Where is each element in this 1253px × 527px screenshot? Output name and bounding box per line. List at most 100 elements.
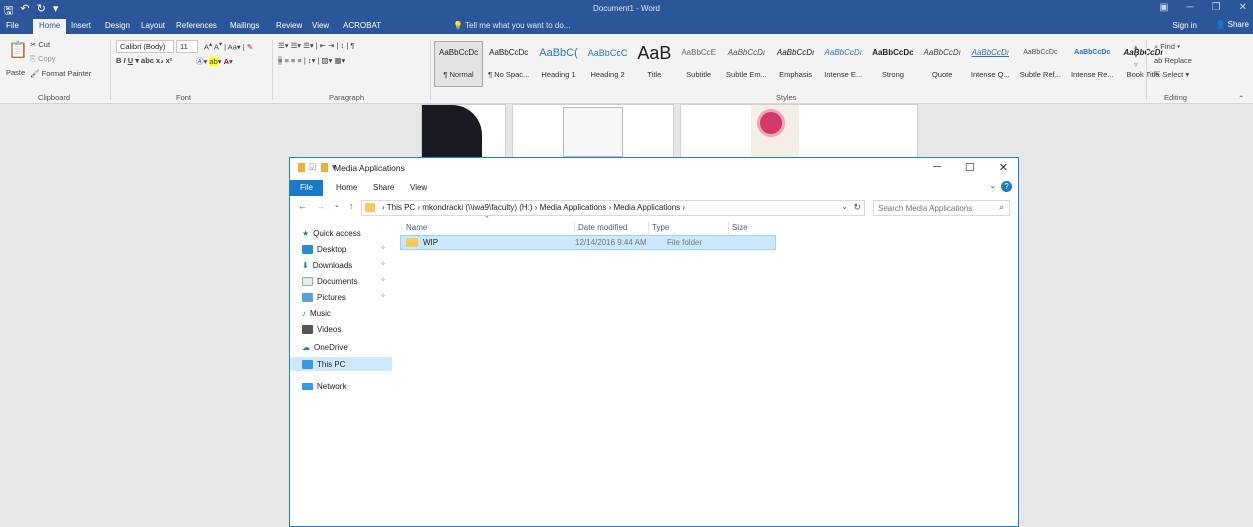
column-divider[interactable] bbox=[728, 221, 729, 234]
find-button[interactable]: ⌕ Find ▾ bbox=[1154, 42, 1180, 52]
tell-me-box[interactable]: 💡 Tell me what you want to do... bbox=[453, 21, 570, 30]
new-folder-icon[interactable]: ▇ bbox=[321, 162, 328, 173]
tab-acrobat[interactable]: ACROBAT bbox=[343, 21, 381, 30]
nav-item-music[interactable]: ♪ Music bbox=[302, 306, 331, 320]
collapse-ribbon-icon[interactable]: ⌃ bbox=[1238, 94, 1244, 103]
maximize-icon[interactable]: ☐ bbox=[965, 161, 975, 174]
column-header-name[interactable]: Name bbox=[406, 223, 427, 232]
tab-home[interactable]: Home bbox=[33, 19, 67, 34]
close-icon[interactable]: ✕ bbox=[1239, 2, 1247, 13]
format-painter-button[interactable]: 🖌 Format Painter bbox=[30, 69, 91, 78]
share-button[interactable]: 👤 Share bbox=[1215, 20, 1249, 29]
nav-item-pictures[interactable]: Pictures bbox=[302, 290, 346, 304]
font-group-label: Font bbox=[176, 93, 192, 102]
tab-references[interactable]: References bbox=[176, 21, 217, 30]
explorer-title-bar: ▇ ☑ ▇ ▾ Media Applications ─ ☐ ✕ bbox=[290, 158, 1018, 180]
properties-icon[interactable]: ☑ bbox=[309, 162, 317, 173]
restore-icon[interactable]: ❐ bbox=[1212, 2, 1221, 13]
tab-share[interactable]: Share bbox=[373, 183, 394, 192]
pin-icon[interactable]: ✧ bbox=[380, 292, 386, 300]
nav-label: Pictures bbox=[317, 292, 346, 302]
tab-design[interactable]: Design bbox=[105, 21, 130, 30]
nav-item-onedrive[interactable]: ☁ OneDrive bbox=[302, 340, 348, 354]
tab-file[interactable]: File bbox=[6, 21, 19, 30]
column-header-type[interactable]: Type bbox=[652, 223, 669, 232]
refresh-icon[interactable]: ↻ bbox=[853, 202, 861, 213]
tab-layout[interactable]: Layout bbox=[141, 21, 165, 30]
minimize-icon[interactable]: ─ bbox=[933, 161, 941, 174]
recent-icon[interactable]: ⌄ bbox=[334, 201, 340, 211]
file-list-pane: Name ⌃ Date modified Type Size WIP 12/14… bbox=[394, 216, 1018, 526]
column-header-size[interactable]: Size bbox=[732, 223, 748, 232]
select-button[interactable]: ⇱ Select ▾ bbox=[1154, 70, 1189, 79]
tab-view[interactable]: View bbox=[312, 21, 329, 30]
nav-item-downloads[interactable]: ⬇ Downloads bbox=[302, 258, 352, 272]
color-buttons[interactable]: Ⓐ▾ ab▾ A▾ bbox=[196, 56, 233, 67]
style-normal[interactable]: AaBbCcDc ¶ Normal bbox=[434, 41, 484, 87]
sign-in-link[interactable]: Sign in bbox=[1173, 21, 1197, 30]
list-buttons[interactable]: ☰▾ ☰▾ ☰▾ | ⇤ ⇥ | ↕ | ¶ bbox=[278, 41, 354, 50]
style-subtle-emphasis[interactable]: AaBbCcDı Subtle Em... bbox=[721, 41, 772, 87]
style-emphasis[interactable]: AaBbCcDı Emphasis bbox=[772, 41, 819, 87]
address-bar[interactable]: › This PC › mkondracki (\\iwa9\faculty) … bbox=[361, 200, 865, 216]
copy-button[interactable]: ⎘ Copy bbox=[30, 54, 56, 64]
format-buttons[interactable]: B I U ▾ abc x₂ x² bbox=[116, 56, 172, 65]
style-quote[interactable]: AaBbCcDı Quote bbox=[919, 41, 966, 87]
alignment-buttons[interactable]: ≡ ≡ ≡ ≡ | ↕▾ | ▨▾ ▦▾ bbox=[278, 56, 345, 65]
style-subtitle[interactable]: AaBbCcE Subtitle bbox=[676, 41, 721, 87]
cut-button[interactable]: ✂ Cut bbox=[30, 40, 50, 49]
table-row[interactable]: WIP 12/14/2016 9:44 AM File folder bbox=[400, 235, 776, 250]
style-intense-quote[interactable]: AaBbCcDı Intense Q... bbox=[966, 41, 1015, 87]
chevron-down-icon[interactable]: ⌄ bbox=[841, 202, 848, 211]
replace-icon: ab bbox=[1154, 56, 1163, 65]
style-subtle-reference[interactable]: AaBbCcDc Subtle Ref... bbox=[1015, 41, 1066, 87]
word-title-bar: 🖫 ↶ ↻ ▾ Document1 - Word ▣ ─ ❐ ✕ bbox=[0, 0, 1253, 18]
tab-file[interactable]: File bbox=[290, 180, 323, 196]
nav-item-network[interactable]: Network bbox=[302, 379, 346, 393]
nav-item-documents[interactable]: Documents bbox=[302, 274, 357, 288]
font-size-select[interactable]: 11 bbox=[176, 40, 198, 53]
document-title: Document1 - Word bbox=[593, 4, 660, 13]
tab-mailings[interactable]: Mailings bbox=[230, 21, 259, 30]
nav-item-desktop[interactable]: Desktop bbox=[302, 242, 346, 256]
style-intense-reference[interactable]: AaBbCcDc Intense Re... bbox=[1066, 41, 1119, 87]
pin-icon[interactable]: ✧ bbox=[380, 244, 386, 252]
tab-review[interactable]: Review bbox=[276, 21, 302, 30]
paste-icon[interactable]: 📋 bbox=[8, 40, 28, 60]
column-header-date[interactable]: Date modified bbox=[578, 223, 627, 232]
up-icon[interactable]: ↑ bbox=[349, 201, 354, 211]
back-icon[interactable]: ← bbox=[298, 201, 307, 211]
column-divider[interactable] bbox=[648, 221, 649, 234]
close-icon[interactable]: ✕ bbox=[999, 161, 1008, 174]
ribbon-display-icon[interactable]: ▣ bbox=[1159, 2, 1168, 13]
style-strong[interactable]: AaBbCcDc Strong bbox=[867, 41, 918, 87]
tab-view[interactable]: View bbox=[410, 183, 427, 192]
nav-item-quick-access[interactable]: ★ Quick access bbox=[302, 226, 361, 240]
style-intense-emphasis[interactable]: AaBbCcDı Intense E... bbox=[819, 41, 867, 87]
help-icon[interactable]: ? bbox=[1001, 181, 1012, 192]
font-family-select[interactable]: Calibri (Body) bbox=[116, 40, 174, 53]
style-heading-1[interactable]: AaBbC(Heading 1 bbox=[534, 41, 583, 87]
word-ribbon-tabs: File Home Insert Design Layout Reference… bbox=[0, 18, 1253, 34]
minimize-icon[interactable]: ─ bbox=[1187, 2, 1194, 13]
tab-insert[interactable]: Insert bbox=[71, 21, 91, 30]
file-date: 12/14/2016 9:44 AM bbox=[575, 238, 647, 247]
nav-item-this-pc[interactable]: This PC bbox=[290, 357, 392, 371]
replace-button[interactable]: ab Replace bbox=[1154, 56, 1192, 65]
search-input[interactable]: Search Media Applications ⌕ bbox=[873, 200, 1010, 216]
style-heading-2[interactable]: AaBbCcC Heading 2 bbox=[583, 41, 633, 87]
videos-icon bbox=[302, 324, 313, 334]
style-no-spacing[interactable]: AaBbCcDc ¶ No Spac... bbox=[483, 41, 534, 87]
pin-icon[interactable]: ✧ bbox=[380, 260, 386, 268]
pin-icon[interactable]: ✧ bbox=[380, 276, 386, 284]
nav-item-videos[interactable]: Videos bbox=[302, 322, 341, 336]
nav-label: Quick access bbox=[313, 228, 361, 238]
paste-button[interactable]: Paste bbox=[6, 68, 25, 77]
styles-scroll-buttons[interactable]: ▴ ▾ ▿ bbox=[1134, 42, 1138, 69]
forward-icon[interactable]: → bbox=[316, 201, 325, 211]
style-title[interactable]: AaB Title bbox=[632, 41, 676, 87]
expand-ribbon-icon[interactable]: ⌄ bbox=[989, 181, 996, 190]
font-size-buttons[interactable]: A▴ A▾ | Aa▾ | ✎ bbox=[204, 41, 253, 52]
column-divider[interactable] bbox=[574, 221, 575, 234]
tab-home[interactable]: Home bbox=[336, 183, 357, 192]
